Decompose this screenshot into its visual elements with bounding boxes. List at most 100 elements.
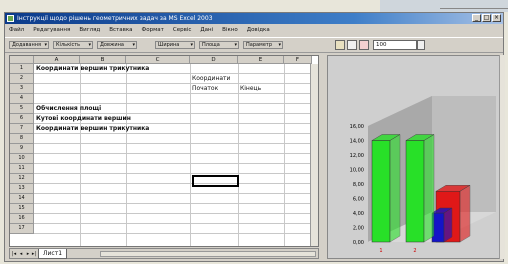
y-tick-label: 2,00 [353, 226, 364, 232]
column-header-b[interactable]: B [80, 56, 126, 64]
y-tick-label: 0,00 [353, 240, 364, 246]
row-header-7[interactable]: 7 [10, 124, 34, 134]
row-header-12[interactable]: 12 [10, 174, 34, 184]
menu-file[interactable]: Файл [9, 25, 24, 35]
row-header-1[interactable]: 1 [10, 64, 34, 74]
x-tick-label: 2 [413, 248, 416, 254]
row-header-8[interactable]: 8 [10, 134, 34, 144]
grid-line [284, 64, 285, 246]
y-tick-label: 10,00 [350, 168, 364, 174]
menu-help[interactable]: Довідка [247, 25, 270, 35]
menu-edit[interactable]: Редагування [33, 25, 70, 35]
cell-a6[interactable]: Координати вершин трикутника [36, 124, 149, 134]
sheet-tab[interactable]: Лист1 [38, 249, 68, 259]
chart-bar-green-1 [371, 134, 401, 243]
drawing-icon[interactable] [347, 40, 357, 50]
spreadsheet-grid[interactable]: A B C D E F 1 2 3 4 5 6 7 8 9 10 11 12 13 14 15 16 17 Ко… [9, 55, 319, 247]
grid-line [34, 193, 318, 194]
y-tick-label: 14,00 [350, 139, 364, 145]
last-sheet-arrow-icon[interactable]: ▸| [31, 250, 37, 258]
grid-line [34, 143, 318, 144]
y-tick-label: 16,00 [350, 124, 364, 130]
row-header-15[interactable]: 15 [10, 204, 34, 214]
column-header-c[interactable]: C [126, 56, 190, 64]
row-header-10[interactable]: 10 [10, 154, 34, 164]
sheet-horizontal-scrollbar[interactable] [100, 251, 316, 257]
grid-line [190, 64, 191, 246]
bar-chart-3d: 16,00 14,00 12,00 10,00 8,00 6,00 4,00 2,00 0,00… [350, 96, 496, 254]
row-header-3[interactable]: 3 [10, 84, 34, 94]
window-title: Інструкції щодо рішень геометричних зада… [17, 15, 213, 22]
menu-bar: Файл Редагування Вигляд Вставка Формат С… [5, 25, 503, 35]
x-tick-label: 1 [379, 248, 382, 254]
grid-line [34, 213, 318, 214]
row-header-9[interactable]: 9 [10, 144, 34, 154]
menu-insert[interactable]: Вставка [109, 25, 132, 35]
maximize-button[interactable]: □ [482, 14, 491, 22]
grid-line [34, 223, 318, 224]
toolbar-dropdown-add[interactable]: Додавання [9, 41, 49, 49]
toolbar-dropdown-length[interactable]: Довжина [97, 41, 137, 49]
chart-scrollbar[interactable] [499, 55, 505, 259]
grid-line [34, 183, 318, 184]
first-sheet-arrow-icon[interactable]: |◂ [11, 250, 17, 258]
cell-d3[interactable]: Початок [192, 84, 218, 94]
toolbar-dropdown-param[interactable]: Параметр [243, 41, 283, 49]
close-button[interactable]: × [492, 14, 501, 22]
cell-a1[interactable]: Координати вершин трикутника [36, 64, 149, 74]
grid-line [34, 93, 318, 94]
grid-line [80, 64, 81, 246]
row-header-13[interactable]: 13 [10, 184, 34, 194]
menu-tools[interactable]: Сервіс [173, 25, 192, 35]
menu-window[interactable]: Вікно [222, 25, 238, 35]
row-header-17[interactable]: 17 [10, 224, 34, 234]
format-icon[interactable] [359, 40, 369, 50]
cell-a5[interactable]: Кутові координати вершин [36, 114, 131, 124]
chart-bar-green-2 [405, 134, 435, 243]
row-header-16[interactable]: 16 [10, 214, 34, 224]
column-header-f[interactable]: F [284, 56, 312, 64]
toolbar-dropdown-width[interactable]: Ширина [155, 41, 195, 49]
menu-data[interactable]: Дані [200, 25, 213, 35]
grid-line [34, 233, 318, 234]
grid-line [238, 64, 239, 246]
grid-line [34, 163, 318, 164]
toolbar-dropdown-count[interactable]: Кількість [53, 41, 93, 49]
cell-e3[interactable]: Кінець [240, 84, 261, 94]
sheet-vertical-scrollbar[interactable] [310, 64, 318, 246]
grid-line [34, 173, 318, 174]
grid-line [34, 153, 318, 154]
row-header-14[interactable]: 14 [10, 194, 34, 204]
grid-line [126, 64, 127, 246]
y-tick-label: 4,00 [353, 211, 364, 217]
zoom-dropdown-arrow-icon[interactable] [417, 40, 425, 50]
prev-sheet-arrow-icon[interactable]: ◂ [18, 250, 24, 258]
title-bar: Інструкції щодо рішень геометричних зада… [5, 13, 503, 24]
excel-window: Інструкції щодо рішень геометричних зада… [4, 12, 505, 262]
minimize-button[interactable]: _ [472, 14, 481, 22]
menu-format[interactable]: Формат [142, 25, 164, 35]
cell-d2[interactable]: Координати [192, 74, 230, 84]
row-header-6[interactable]: 6 [10, 114, 34, 124]
row-header-5[interactable]: 5 [10, 104, 34, 114]
row-header-2[interactable]: 2 [10, 74, 34, 84]
y-tick-label: 6,00 [353, 197, 364, 203]
row-header-11[interactable]: 11 [10, 164, 34, 174]
column-header-a[interactable]: A [34, 56, 80, 64]
zoom-field[interactable]: 100 [373, 40, 417, 50]
column-header-e[interactable]: E [238, 56, 284, 64]
toolbar-dropdown-area[interactable]: Площа [199, 41, 239, 49]
toolbar: Додавання Кількість Довжина Ширина Площа… [5, 37, 503, 53]
app-icon [7, 15, 14, 22]
column-header-d[interactable]: D [190, 56, 238, 64]
active-cell-selection[interactable] [192, 175, 239, 187]
top-strip [380, 0, 508, 12]
chart-bar-blue [431, 207, 453, 243]
chart-wizard-icon[interactable] [335, 40, 345, 50]
cell-a4[interactable]: Обчислення площі [36, 104, 101, 114]
grid-line [34, 203, 318, 204]
select-all-corner[interactable] [10, 56, 34, 64]
menu-view[interactable]: Вигляд [79, 25, 100, 35]
row-header-4[interactable]: 4 [10, 94, 34, 104]
chart-area[interactable]: 16,00 14,00 12,00 10,00 8,00 6,00 4,00 2,00 0,00… [327, 55, 501, 259]
